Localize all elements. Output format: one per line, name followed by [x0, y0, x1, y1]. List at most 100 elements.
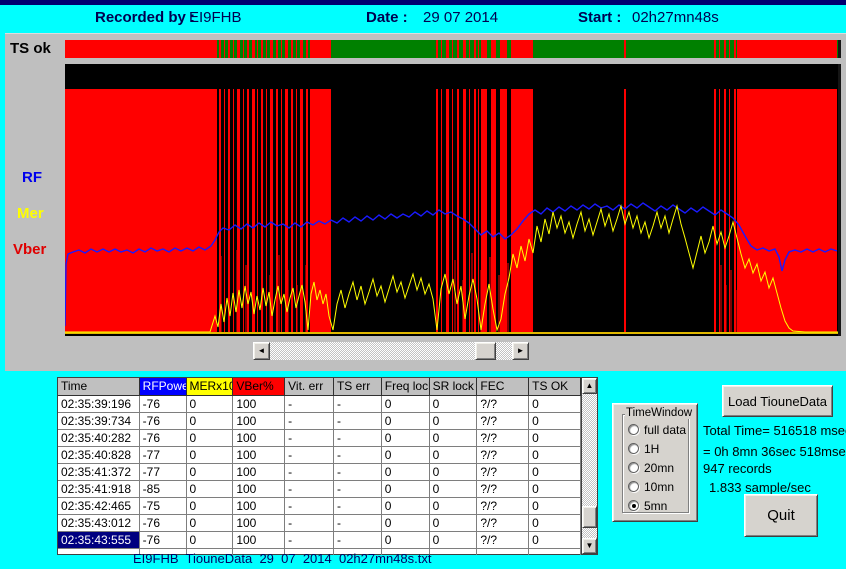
table-cell: 100: [233, 464, 285, 481]
table-cell: -: [285, 464, 334, 481]
mer-series-label: Mer: [17, 205, 44, 222]
radio-label: 1H: [644, 442, 659, 456]
table-cell: 100: [233, 532, 285, 549]
table-cell: 0: [382, 481, 430, 498]
table-cell: 0: [187, 447, 234, 464]
table-cell: 100: [233, 396, 285, 413]
table-cell: -: [285, 396, 334, 413]
start-label: Start :: [578, 9, 621, 26]
scroll-right-button[interactable]: ►: [512, 342, 529, 360]
time-window-option-10mn[interactable]: 10mn: [628, 480, 686, 493]
time-window-option-full-data[interactable]: full data: [628, 423, 686, 436]
radio-button-icon[interactable]: [628, 500, 639, 511]
table-cell: ?/?: [477, 515, 529, 532]
table-cell: 0: [382, 498, 430, 515]
table-cell: -: [334, 498, 382, 515]
radio-button-icon[interactable]: [628, 443, 639, 454]
table-cell: -: [334, 447, 382, 464]
time-window-option-5mn[interactable]: 5mn: [628, 499, 686, 512]
time-window-panel: TimeWindow full data 1H 20mn 10mn 5mn: [612, 403, 698, 522]
table-cell: 02:35:43:012: [58, 515, 140, 532]
rf-series-label: RF: [22, 169, 42, 186]
radio-button-icon[interactable]: [628, 462, 639, 473]
table-cell: 0: [529, 481, 581, 498]
table-cell: 02:35:40:282: [58, 430, 140, 447]
column-header-fec: FEC: [477, 378, 529, 396]
column-header-sr-lock: SR lock: [430, 378, 478, 396]
table-cell: 02:35:43:555: [58, 532, 140, 549]
quit-button[interactable]: Quit: [744, 494, 818, 537]
scrollbar-thumb[interactable]: [475, 342, 496, 360]
chart-horizontal-scrollbar[interactable]: ◄ ►: [253, 342, 529, 360]
table-cell: 0: [187, 481, 234, 498]
table-row[interactable]: 02:35:40:282-760100--00?/?0: [58, 430, 581, 447]
load-tiounedata-button[interactable]: Load TiouneData: [722, 385, 833, 417]
table-cell: 0: [187, 464, 234, 481]
table-cell: 0: [187, 515, 234, 532]
table-row[interactable]: 02:35:41:372-770100--00?/?0: [58, 464, 581, 481]
scrollbar-track[interactable]: [270, 342, 512, 360]
table-cell: 100: [233, 447, 285, 464]
table-cell: 0: [187, 413, 234, 430]
table-cell: 02:35:39:734: [58, 413, 140, 430]
table-cell: 0: [382, 396, 430, 413]
table-cell: ?/?: [477, 464, 529, 481]
table-row[interactable]: 02:35:39:196-760100--00?/?0: [58, 396, 581, 413]
table-cell: 0: [529, 515, 581, 532]
scroll-up-button[interactable]: ▲: [582, 378, 597, 394]
column-header-ts-ok: TS OK: [529, 378, 581, 396]
table-row[interactable]: 02:35:42:465-750100--00?/?0: [58, 498, 581, 515]
radio-label: 10mn: [644, 480, 674, 494]
table-row[interactable]: 02:35:43:555-760100--00?/?0: [58, 532, 581, 549]
time-window-options: full data 1H 20mn 10mn 5mn: [628, 423, 686, 512]
column-header-freq-lock: Freq lock: [382, 378, 430, 396]
table-cell: 100: [233, 413, 285, 430]
table-cell: -76: [140, 532, 187, 549]
table-row[interactable]: 02:35:41:918-850100--00?/?0: [58, 481, 581, 498]
table-cell: ?/?: [477, 413, 529, 430]
table-cell: 0: [430, 447, 478, 464]
table-cell: -: [334, 396, 382, 413]
ts-ok-label: TS ok: [10, 40, 51, 57]
table-row[interactable]: 02:35:40:828-770100--00?/?0: [58, 447, 581, 464]
table-row[interactable]: 02:35:39:734-760100--00?/?0: [58, 413, 581, 430]
date-value: 29 07 2014: [423, 9, 498, 26]
table-cell: ?/?: [477, 481, 529, 498]
table-cell: 0: [430, 396, 478, 413]
table-cell: 0: [430, 498, 478, 515]
table-cell: -: [334, 413, 382, 430]
time-window-option-20mn[interactable]: 20mn: [628, 461, 686, 474]
table-cell: -76: [140, 396, 187, 413]
table-cell: 0: [187, 532, 234, 549]
table-row[interactable]: 02:35:43:012-760100--00?/?0: [58, 515, 581, 532]
table-scrollbar-track[interactable]: [582, 394, 597, 538]
table-cell: -: [334, 532, 382, 549]
table-cell: -: [285, 498, 334, 515]
table-cell: -: [334, 430, 382, 447]
table-cell: ?/?: [477, 498, 529, 515]
time-window-option-1H[interactable]: 1H: [628, 442, 686, 455]
table-scrollbar-thumb[interactable]: [582, 506, 597, 528]
table-cell: -: [285, 515, 334, 532]
radio-button-icon[interactable]: [628, 424, 639, 435]
table-cell: [477, 549, 529, 555]
radio-button-icon[interactable]: [628, 481, 639, 492]
column-header-time: Time: [58, 378, 140, 396]
table-cell: 100: [233, 515, 285, 532]
scroll-down-button[interactable]: ▼: [582, 538, 597, 554]
signal-chart: [65, 64, 841, 336]
radio-label: 20mn: [644, 461, 674, 475]
scroll-left-button[interactable]: ◄: [253, 342, 270, 360]
ts-status-strip: [65, 40, 841, 58]
column-header-vber-: VBer%: [233, 378, 285, 396]
table-cell: 02:35:39:196: [58, 396, 140, 413]
recorded-by-value: EI9FHB: [189, 9, 242, 26]
table-cell: -: [334, 481, 382, 498]
signal-chart-graphic: [65, 64, 838, 336]
time-window-title: TimeWindow: [625, 407, 693, 419]
table-cell: 02:35:40:828: [58, 447, 140, 464]
column-header-vit-err: Vit. err: [285, 378, 334, 396]
table-header-row: TimeRFPowerMERx10VBer%Vit. errTS errFreq…: [58, 378, 581, 396]
table-vertical-scrollbar[interactable]: ▲ ▼: [581, 378, 597, 554]
table-cell: -75: [140, 498, 187, 515]
